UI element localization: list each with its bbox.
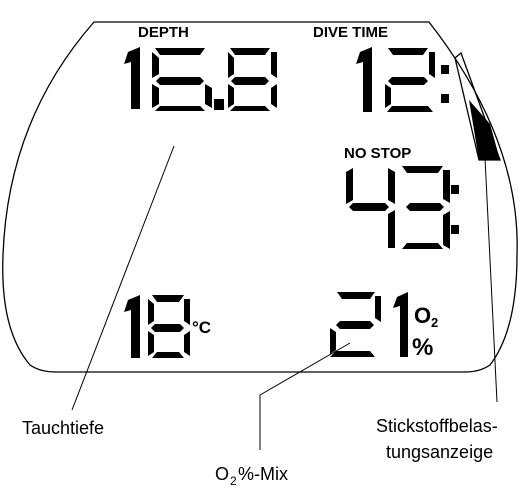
dive-time-colon-top [441, 65, 449, 74]
depth-callout: Tauchtiefe [22, 418, 104, 438]
dive-time-value [356, 47, 449, 112]
display-outline [2, 21, 518, 373]
o2-value: O 2 % [330, 292, 438, 361]
o2-digit-1 [393, 292, 408, 357]
o2-symbol: O [414, 303, 431, 328]
dive-time-digit-2 [385, 48, 435, 112]
no-stop-digit-4 [346, 168, 395, 248]
depth-decimal-point [214, 99, 224, 110]
dive-computer-diagram: DEPTH DIVE TIME NO STOP °C O 2 % Tauchti… [2, 21, 518, 488]
o2-mix-callout-prefix: O [215, 464, 229, 484]
no-stop-colon-top [451, 185, 459, 194]
no-stop-label: NO STOP [344, 145, 411, 162]
temperature-digit-1 [124, 295, 140, 358]
o2-digit-2 [330, 292, 381, 357]
depth-digit-6 [152, 48, 212, 111]
depth-leader-line [71, 145, 175, 411]
depth-value [124, 47, 277, 111]
o2-mix-callout: O 2 %-Mix [215, 464, 288, 488]
nitrogen-callout-line1: Stickstoffbelas- [376, 416, 498, 436]
temperature-digit-8 [148, 295, 190, 358]
o2-subscript: 2 [431, 315, 438, 330]
o2-mix-leader-line [259, 342, 351, 450]
nitrogen-leader-line [484, 157, 498, 403]
o2-mix-callout-subscript: 2 [230, 474, 237, 488]
dive-time-label: DIVE TIME [313, 24, 388, 41]
no-stop-value [346, 166, 459, 249]
temperature-unit: °C [192, 318, 211, 337]
temperature-value: °C [124, 295, 211, 358]
o2-unit: % [412, 334, 433, 361]
nitrogen-callout-line2: tungsanzeige [386, 442, 493, 462]
dive-time-colon-bottom [441, 94, 449, 103]
depth-digit-1 [124, 47, 140, 109]
dive-time-digit-1 [356, 47, 372, 112]
o2-mix-callout-suffix: %-Mix [238, 464, 288, 484]
depth-digit-8 [228, 48, 277, 111]
no-stop-colon-bottom [451, 225, 459, 234]
no-stop-digit-3 [402, 166, 450, 249]
depth-label: DEPTH [138, 24, 189, 41]
